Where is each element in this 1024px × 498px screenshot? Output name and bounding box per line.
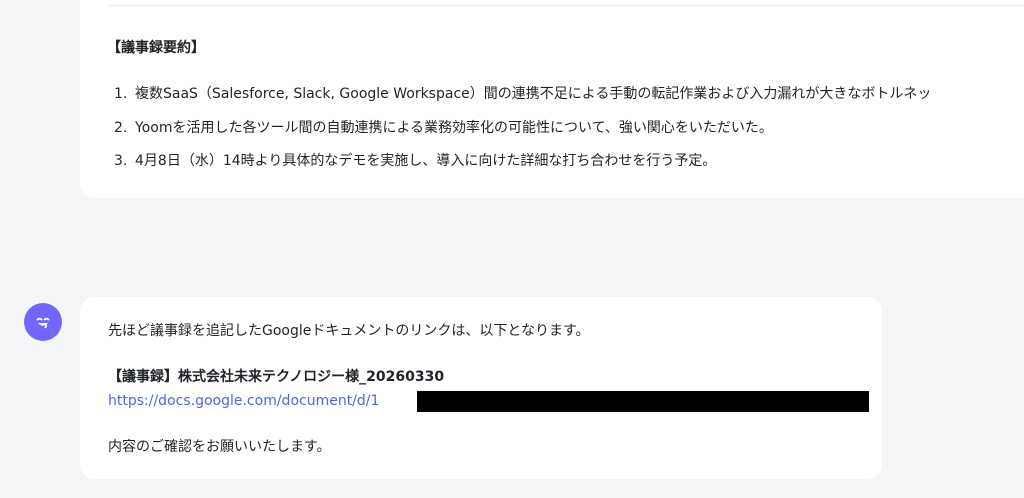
summary-heading: 【議事録要約】 bbox=[107, 40, 205, 56]
list-item: 3. 4月8日（水）14時より具体的なデモを実施し、導入に向けた詳細な打ち合わせを… bbox=[114, 145, 931, 179]
list-item-text: 4月8日（水）14時より具体的なデモを実施し、導入に向けた詳細な打ち合わせを行う… bbox=[135, 153, 717, 169]
avatar bbox=[24, 303, 62, 341]
redaction-block bbox=[417, 391, 869, 412]
list-item-text: 複数SaaS（Salesforce, Slack, Google Workspa… bbox=[135, 86, 932, 102]
list-item: 1. 複数SaaS（Salesforce, Slack, Google Works… bbox=[114, 78, 931, 112]
chat-view: 【議事録要約】 1. 複数SaaS（Salesforce, Slack, Goog… bbox=[0, 0, 1024, 498]
list-item-text: Yoomを活用した各ツール間の自動連携による業務効率化の可能性について、強い関心… bbox=[135, 119, 773, 136]
summary-list: 1. 複数SaaS（Salesforce, Slack, Google Works… bbox=[114, 78, 931, 179]
list-item-number: 2. bbox=[114, 119, 128, 136]
divider bbox=[108, 5, 1024, 6]
list-item-number: 1. bbox=[114, 86, 128, 102]
list-item: 2. Yoomを活用した各ツール間の自動連携による業務効率化の可能性について、強い… bbox=[114, 112, 931, 146]
summary-card: 【議事録要約】 1. 複数SaaS（Salesforce, Slack, Goog… bbox=[80, 0, 1024, 198]
bot-face-icon bbox=[36, 317, 50, 329]
message-bubble: 先ほど議事録を追記したGoogleドキュメントのリンクは、以下となります。 【議… bbox=[80, 297, 882, 479]
message-outro: 内容のご確認をお願いいたします。 bbox=[108, 439, 331, 455]
document-link[interactable]: https://docs.google.com/document/d/1 bbox=[108, 393, 379, 409]
message-intro: 先ほど議事録を追記したGoogleドキュメントのリンクは、以下となります。 bbox=[108, 323, 590, 339]
document-title: 【議事録】株式会社未来テクノロジー様_20260330 bbox=[108, 369, 445, 385]
list-item-number: 3. bbox=[114, 153, 128, 169]
